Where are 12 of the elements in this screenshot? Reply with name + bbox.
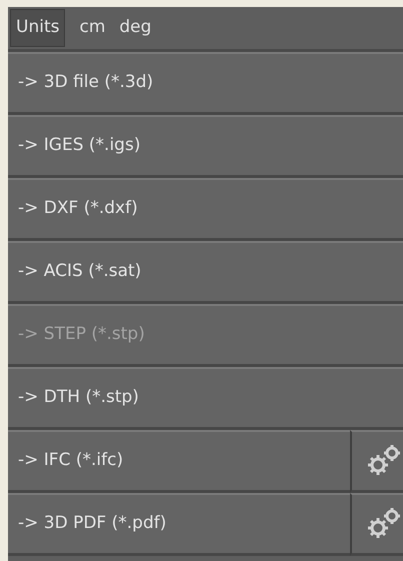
settings-button[interactable]: [350, 493, 403, 556]
units-label: Units: [10, 9, 66, 47]
export-button[interactable]: -> DXF (*.dxf): [8, 178, 403, 241]
unit-text: deg: [119, 16, 152, 40]
export-button[interactable]: -> 3D file (*.3d): [8, 52, 403, 115]
export-button[interactable]: -> 3D PDF (*.pdf): [8, 493, 350, 556]
settings-button[interactable]: [350, 430, 403, 493]
export-button[interactable]: -> IGES (*.igs): [8, 115, 403, 178]
export-button[interactable]: -> ACIS (*.sat): [8, 241, 403, 304]
export-button[interactable]: -> DTH (*.stp): [8, 367, 403, 430]
unit-text: cm: [79, 16, 106, 40]
export-button[interactable]: -> IFC (*.ifc): [8, 430, 350, 493]
